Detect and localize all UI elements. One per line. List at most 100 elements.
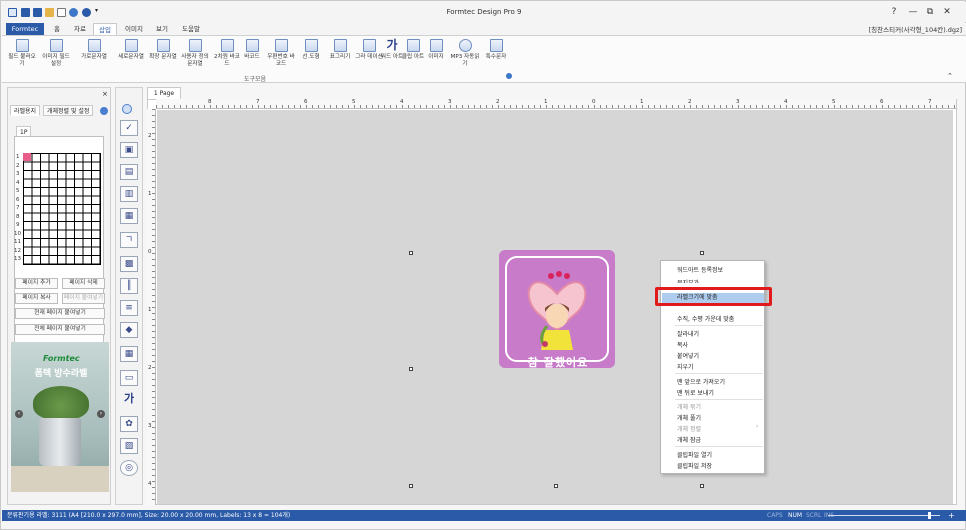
- qr-code-icon[interactable]: ▩: [120, 256, 138, 272]
- zoom-in-button[interactable]: +: [948, 510, 955, 521]
- selection-handle[interactable]: [409, 484, 413, 488]
- copy-page-button[interactable]: 페이지 복사: [15, 293, 58, 304]
- menu-item-copy[interactable]: 복사: [677, 340, 763, 349]
- image-field-icon[interactable]: ▣: [120, 142, 138, 158]
- sticker-label[interactable]: 참 잘했어요: [499, 250, 615, 368]
- minimize-button[interactable]: —: [906, 6, 920, 18]
- menu-item-ungroup-objects[interactable]: 개체 풀기: [677, 413, 763, 422]
- menu-item-send-to-back[interactable]: 맨 뒤로 보내기: [677, 388, 763, 397]
- image-field-button[interactable]: 이미지 필드 설정: [42, 39, 70, 67]
- load-field-button[interactable]: 필드 불러오기: [8, 39, 36, 67]
- menu-item-wordart-properties[interactable]: 워드아트 등록정보: [677, 265, 763, 274]
- tab-insert[interactable]: 삽입: [93, 23, 117, 35]
- shapes-icon[interactable]: ◆: [120, 322, 138, 338]
- custom-text-button[interactable]: 사용자 정의문자열: [179, 39, 211, 67]
- ad-headline: 폼텍 방수라벨: [34, 369, 88, 379]
- tab-view[interactable]: 보기: [151, 23, 173, 35]
- menu-item-lock-objects[interactable]: 개체 잠금: [677, 435, 763, 444]
- ribbon-collapse-icon[interactable]: ⌃: [947, 72, 953, 80]
- caps-indicator: CAPS: [767, 512, 783, 519]
- tab-data[interactable]: 자료: [69, 23, 91, 35]
- cd-icon[interactable]: ◎: [120, 460, 138, 476]
- image-icon[interactable]: ▨: [120, 438, 138, 454]
- horizontal-text-icon[interactable]: ▤: [120, 164, 138, 180]
- barcode-icon[interactable]: ║: [120, 278, 138, 294]
- paste-page-button[interactable]: 페이지 붙여넣기: [62, 293, 105, 304]
- table-icon[interactable]: ▦: [120, 346, 138, 362]
- clipart-icon[interactable]: ✿: [120, 416, 138, 432]
- zoom-slider[interactable]: [828, 515, 940, 516]
- tab-help[interactable]: 도움말: [177, 23, 205, 35]
- vertical-ruler[interactable]: 2 1 0 1 2 3 4: [147, 109, 156, 505]
- tab-label-paper[interactable]: 라벨용지: [10, 105, 41, 116]
- add-page-button[interactable]: 페이지 추가: [15, 278, 58, 289]
- ruler-label: 2: [148, 133, 152, 139]
- special-char-button[interactable]: 특수문자: [482, 39, 510, 61]
- image-field-icon: [49, 39, 63, 52]
- plant-leaves: [33, 386, 89, 420]
- extended-text-icon[interactable]: ▦: [120, 208, 138, 224]
- horizontal-text-button[interactable]: 가로문자열: [78, 39, 110, 61]
- ad-banner[interactable]: Formtec 폼텍 방수라벨 ‹ ›: [11, 342, 109, 492]
- help-button[interactable]: ?: [887, 6, 901, 18]
- menu-item-cut[interactable]: 잘라내기: [677, 329, 763, 338]
- barcode-button[interactable]: 바코드: [238, 39, 266, 61]
- paste-all-pages-button[interactable]: 전체 페이지 붙여넣기: [15, 324, 105, 335]
- selection-handle[interactable]: [554, 484, 558, 488]
- selection-handle[interactable]: [409, 251, 413, 255]
- menu-item-group-objects[interactable]: 개체 묶기: [677, 402, 763, 411]
- tab-object-align[interactable]: 개체정렬 및 설정: [43, 105, 94, 116]
- ad-next-icon[interactable]: ›: [97, 410, 105, 418]
- vertical-text-icon[interactable]: ▥: [120, 186, 138, 202]
- menu-item-group[interactable]: 묶지부가: [677, 278, 763, 283]
- ruler-label: 2: [688, 99, 692, 105]
- postal-barcode-button[interactable]: 우편번호 바코드: [265, 39, 297, 67]
- delete-page-button[interactable]: 페이지 삭제: [62, 278, 105, 289]
- menu-item-save-clip-file[interactable]: 클립파일 저장: [677, 461, 763, 470]
- menu-item-delete[interactable]: 지우기: [677, 362, 763, 371]
- ad-table-surface: [11, 466, 109, 492]
- toolbar-settings-icon[interactable]: [122, 104, 132, 114]
- wordart-icon[interactable]: 가: [120, 392, 138, 408]
- barcode-icon: [245, 39, 259, 52]
- menu-item-arrange-objects[interactable]: 개체 정렬: [677, 424, 763, 433]
- zoom-thumb[interactable]: [928, 512, 931, 519]
- load-field-icon[interactable]: ✓: [120, 120, 138, 136]
- image-button[interactable]: 이미지: [422, 39, 450, 61]
- panel-close-icon[interactable]: ×: [102, 90, 108, 98]
- panel-settings-icon[interactable]: [100, 107, 108, 115]
- ribbon-settings-icon[interactable]: [506, 73, 512, 79]
- close-button[interactable]: ✕: [940, 6, 954, 18]
- menu-item-open-clip-file[interactable]: 클립파일 열기: [677, 450, 763, 459]
- custom-text-icon[interactable]: ㄱ: [120, 232, 138, 248]
- maximize-button[interactable]: ⧉: [923, 6, 937, 18]
- paste-current-page-button[interactable]: 현재 페이지 붙여넣기: [15, 308, 105, 319]
- vertical-text-button[interactable]: 세로문자열: [115, 39, 147, 61]
- label-sheet-preview[interactable]: 1 2 3 4 5 6 7 8 9 10 11 12 13: [14, 136, 104, 354]
- gradient-icon[interactable]: ▭: [120, 370, 138, 386]
- mp3-autoread-button[interactable]: MP3 자동읽기: [450, 39, 480, 67]
- tab-image[interactable]: 이미지: [120, 23, 148, 35]
- ad-prev-icon[interactable]: ‹: [15, 410, 23, 418]
- tab-1-page[interactable]: 1 Page: [147, 87, 181, 99]
- ruler-label: 6: [304, 99, 308, 105]
- postal-barcode-icon[interactable]: ≡: [120, 300, 138, 316]
- shapes-button[interactable]: 선.도형: [297, 39, 325, 61]
- selection-handle[interactable]: [409, 367, 413, 371]
- menu-item-paste[interactable]: 붙여넣기: [677, 351, 763, 360]
- extended-text-button[interactable]: 확장 문자열: [149, 39, 177, 61]
- table-icon: [333, 39, 347, 52]
- selection-handle[interactable]: [700, 251, 704, 255]
- table-button[interactable]: 표그리기: [326, 39, 354, 61]
- submenu-arrow-icon: ›: [756, 423, 759, 430]
- extended-text-icon: [156, 39, 170, 52]
- tab-formtec[interactable]: Formtec: [6, 23, 44, 35]
- menu-item-bring-to-front[interactable]: 맨 앞으로 가져오기: [677, 377, 763, 386]
- label-grid[interactable]: [23, 153, 101, 265]
- menu-item-center-align[interactable]: 수직, 수평 가운데 맞춤: [677, 314, 763, 323]
- selection-handle[interactable]: [700, 484, 704, 488]
- row-number: 13: [14, 256, 21, 262]
- tab-home[interactable]: 홈: [48, 23, 66, 35]
- horizontal-ruler[interactable]: 8 7 6 5 4 3 2 1 0 1 2 3 4 5 6 7: [156, 99, 956, 109]
- qr-barcode-button[interactable]: 2차원 바코드: [213, 39, 241, 67]
